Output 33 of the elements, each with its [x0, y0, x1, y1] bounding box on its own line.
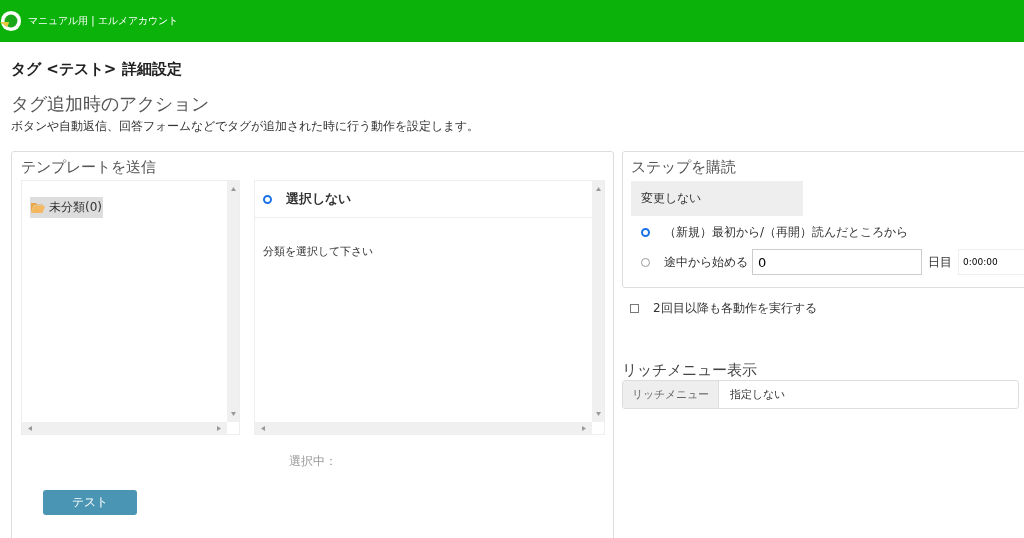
- scroll-down-icon[interactable]: [230, 412, 236, 416]
- panel-title: ステップを購読: [631, 158, 737, 178]
- folder-icon: [31, 202, 45, 213]
- section-title: タグ追加時のアクション: [11, 92, 210, 116]
- horizontal-scrollbar[interactable]: [255, 422, 592, 434]
- step-option[interactable]: 途中から始める: [631, 253, 748, 271]
- scroll-left-icon[interactable]: [261, 425, 265, 431]
- panel-title: テンプレートを送信: [21, 158, 157, 178]
- selected-label: 選択中：: [287, 453, 338, 470]
- day-unit: 日目: [928, 253, 952, 271]
- scroll-down-icon[interactable]: [595, 412, 601, 416]
- page-title: タグ <テスト> 詳細設定: [11, 60, 183, 80]
- scroll-up-icon[interactable]: [230, 187, 236, 191]
- step-option[interactable]: （新規）最初から/（再開）読んだところから: [631, 224, 909, 241]
- vertical-scrollbar[interactable]: [227, 181, 239, 422]
- time-field[interactable]: 0:00:00: [958, 249, 1024, 275]
- section-description: ボタンや自動返信、回答フォームなどでタグが追加された時に行う動作を設定します。: [11, 118, 480, 135]
- account-name: マニュアル用 | エルメアカウント: [28, 14, 178, 28]
- folder-item[interactable]: 未分類(0): [30, 197, 103, 218]
- scroll-right-icon[interactable]: [582, 425, 586, 431]
- scroll-left-icon[interactable]: [28, 425, 32, 431]
- logo-icon: [0, 10, 22, 32]
- hint-text: 分類を選択して下さい: [262, 244, 374, 260]
- repeat-checkbox[interactable]: 2回目以降も各動作を実行する: [630, 300, 1024, 317]
- rich-menu-field[interactable]: リッチメニュー 指定しない: [622, 380, 1019, 409]
- template-option[interactable]: 選択しない: [255, 181, 592, 218]
- rich-menu-title: リッチメニュー表示: [622, 361, 758, 380]
- current-step[interactable]: 変更しない: [631, 181, 803, 216]
- vertical-scrollbar[interactable]: [592, 181, 604, 422]
- scroll-right-icon[interactable]: [217, 425, 221, 431]
- day-field[interactable]: 0: [752, 249, 922, 275]
- scroll-up-icon[interactable]: [595, 187, 601, 191]
- horizontal-scrollbar[interactable]: [22, 422, 227, 434]
